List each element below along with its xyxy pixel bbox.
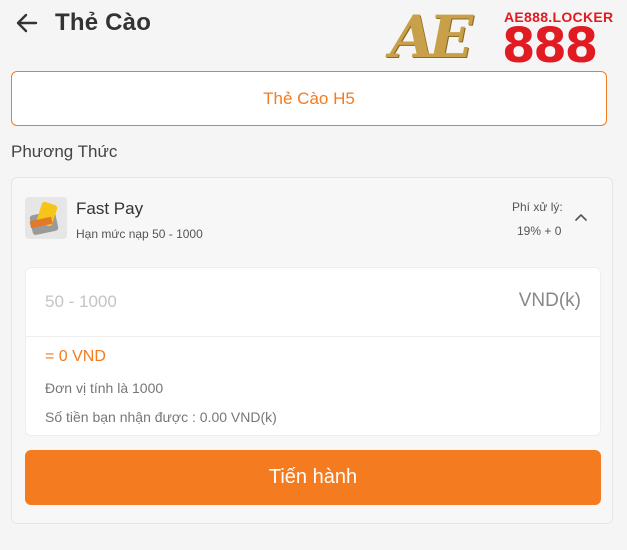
logo-number-text: 888	[502, 18, 598, 74]
card-wallet-icon	[25, 197, 67, 239]
amount-input[interactable]	[45, 286, 485, 318]
brand-logo: AE AE888.LOCKER 888	[390, 2, 618, 72]
tab-scratch-card-h5[interactable]: Thẻ Cào H5	[11, 71, 607, 126]
arrow-left-icon[interactable]	[14, 10, 40, 36]
proceed-button[interactable]: Tiến hành	[25, 450, 601, 505]
logo-brand-text: AE	[390, 3, 473, 71]
converted-amount: = 0 VND	[45, 348, 106, 365]
fee-value: 19% + 0	[517, 224, 562, 238]
amount-panel: VND(k) = 0 VND Đơn vị tính là 1000 Số ti…	[25, 267, 601, 436]
payment-method-card: Fast Pay Hạn mức nạp 50 - 1000 Phí xử lý…	[11, 177, 613, 524]
method-name: Fast Pay	[76, 199, 144, 218]
unit-note: Đơn vị tính là 1000	[45, 380, 164, 396]
currency-unit: VND(k)	[518, 290, 581, 311]
tab-label: Thẻ Cào H5	[263, 88, 355, 108]
method-limit: Hạn mức nạp 50 - 1000	[76, 227, 203, 241]
receive-amount-note: Số tiền bạn nhận được : 0.00 VND(k)	[45, 409, 277, 425]
chevron-up-icon[interactable]	[574, 212, 588, 222]
method-section-title: Phương Thức	[11, 142, 118, 161]
page-title: Thẻ Cào	[55, 9, 152, 36]
fee-label: Phí xử lý:	[512, 200, 563, 214]
divider	[26, 336, 600, 337]
